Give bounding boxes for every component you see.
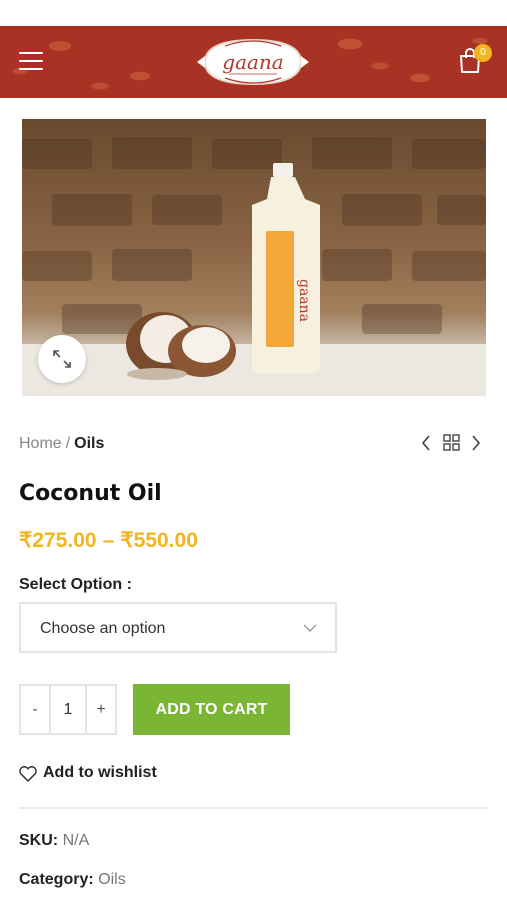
category-row: Category: Oils	[19, 871, 126, 889]
product-image[interactable]: gaana	[22, 119, 486, 396]
sku-label: SKU:	[19, 832, 59, 849]
category-link[interactable]: Oils	[98, 871, 126, 888]
product-title: Coconut Oil	[19, 481, 162, 506]
hamburger-menu-icon[interactable]	[19, 52, 43, 72]
sku-value: N/A	[62, 832, 90, 849]
quantity-input[interactable]: 1	[51, 686, 85, 733]
chevron-left-icon[interactable]	[420, 434, 432, 456]
wishlist-label: Add to wishlist	[43, 764, 157, 781]
brand-name: gaana	[222, 50, 284, 74]
quantity-decrease-button[interactable]: -	[21, 686, 51, 733]
quantity-stepper: - 1 +	[19, 684, 117, 735]
price-max: ₹550.00	[120, 529, 198, 552]
status-bar	[0, 0, 507, 26]
option-label: Select Option :	[19, 576, 132, 593]
product-navigation	[420, 434, 490, 454]
category-label: Category:	[19, 871, 94, 888]
breadcrumb-separator: /	[65, 435, 71, 452]
product-photo: gaana	[22, 137, 486, 396]
quantity-increase-button[interactable]: +	[85, 686, 115, 733]
price-min: ₹275.00	[19, 529, 97, 552]
breadcrumb-home-link[interactable]: Home	[19, 435, 62, 452]
sku-row: SKU: N/A	[19, 832, 89, 850]
heart-icon	[19, 766, 37, 782]
cart-count-badge: 0	[474, 44, 492, 62]
expand-icon[interactable]	[38, 335, 86, 383]
option-select-value: Choose an option	[40, 620, 166, 637]
breadcrumb-current: Oils	[74, 435, 105, 452]
grid-icon[interactable]	[443, 434, 461, 456]
option-select[interactable]: Choose an option	[19, 602, 337, 653]
chevron-right-icon[interactable]	[470, 434, 482, 456]
site-header: gaana 0	[0, 26, 507, 98]
divider	[19, 807, 487, 809]
chevron-down-icon	[303, 624, 317, 632]
product-price: ₹275.00– ₹550.00	[19, 528, 198, 553]
brand-logo[interactable]: gaana	[195, 34, 311, 90]
svg-text:gaana: gaana	[296, 279, 312, 322]
breadcrumb: Home / Oils	[19, 435, 104, 453]
price-separator: –	[102, 529, 115, 552]
add-to-cart-button[interactable]: ADD TO CART	[133, 684, 290, 735]
